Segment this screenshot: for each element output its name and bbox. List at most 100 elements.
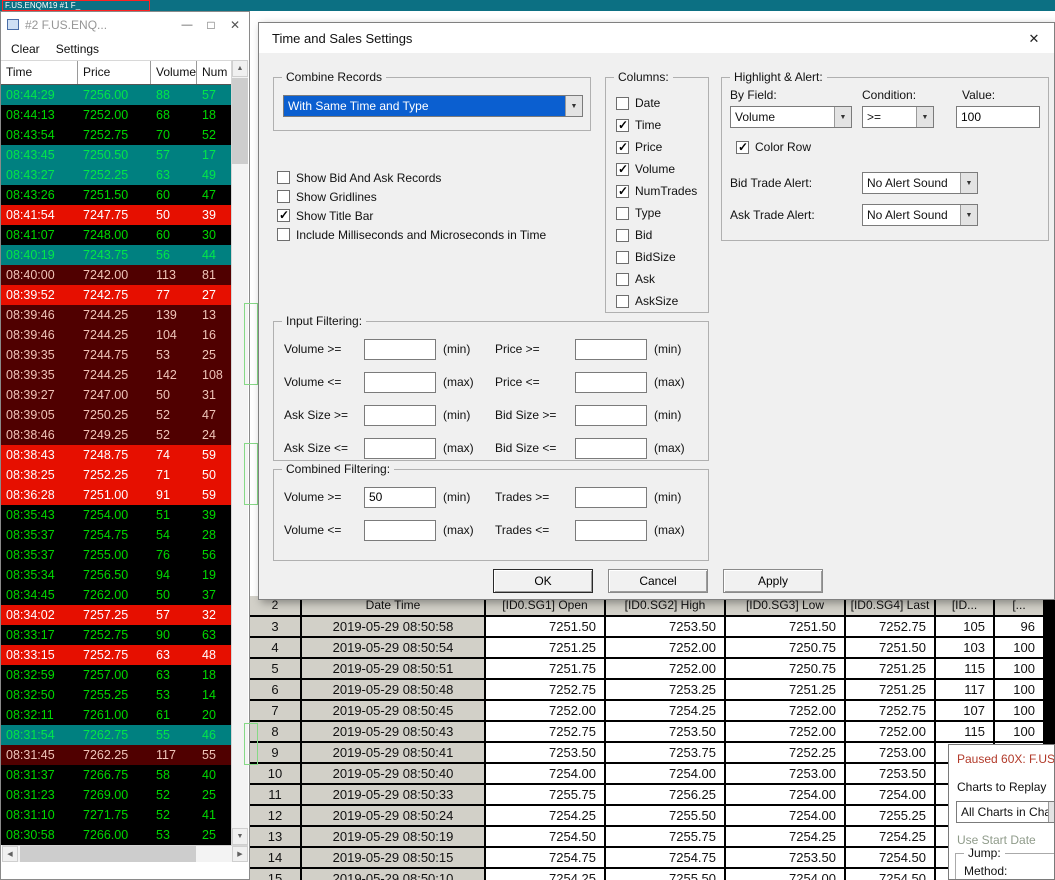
checkbox-row[interactable]: Volume (616, 158, 708, 180)
filter-input[interactable] (575, 404, 647, 426)
cell-low[interactable]: 7253.50 (726, 848, 844, 867)
menu-clear[interactable]: Clear (11, 42, 40, 56)
cell-open[interactable]: 7254.75 (486, 848, 604, 867)
cell-open[interactable]: 7255.75 (486, 785, 604, 804)
chevron-down-icon[interactable] (565, 96, 582, 116)
checkbox-row[interactable]: Show Gridlines (277, 187, 617, 206)
checkbox-row[interactable]: Date (616, 92, 708, 114)
scrollbar-thumb[interactable] (232, 78, 248, 164)
row-number[interactable]: 7 (250, 701, 300, 720)
filter-input[interactable] (575, 338, 647, 360)
cell-datetime[interactable]: 2019-05-29 08:50:45 (302, 701, 484, 720)
row-number[interactable]: 4 (250, 638, 300, 657)
checkbox[interactable] (277, 171, 290, 184)
checkbox-row[interactable]: Bid (616, 224, 708, 246)
cell-high[interactable]: 7252.00 (606, 659, 724, 678)
cell-extra1[interactable]: 103 (936, 638, 993, 657)
cell-last[interactable]: 7251.50 (846, 638, 934, 657)
checkbox[interactable] (277, 208, 290, 222)
filter-input[interactable] (364, 519, 436, 541)
cell-low[interactable]: 7252.00 (726, 722, 844, 741)
color-row-checkbox-row[interactable]: Color Row (736, 140, 811, 154)
cell-last[interactable]: 7254.50 (846, 848, 934, 867)
cell-open[interactable]: 7252.00 (486, 701, 604, 720)
checkbox-row[interactable]: Time (616, 114, 708, 136)
cell-datetime[interactable]: 2019-05-29 08:50:58 (302, 617, 484, 636)
cell-high[interactable]: 7256.25 (606, 785, 724, 804)
cell-last[interactable]: 7254.50 (846, 869, 934, 880)
header-price[interactable]: Price (78, 61, 151, 84)
cell-high[interactable]: 7253.75 (606, 743, 724, 762)
time-and-sales-table[interactable]: 08:44:29 7256.00 88 57 08:44:13 7252.00 … (1, 85, 232, 845)
checkbox[interactable] (616, 162, 629, 176)
scroll-up-icon[interactable] (232, 60, 248, 77)
close-icon[interactable] (1022, 29, 1046, 49)
use-start-date-label[interactable]: Use Start Date (957, 833, 1036, 847)
filter-input[interactable] (364, 338, 436, 360)
cell-low[interactable]: 7254.00 (726, 806, 844, 825)
filter-input[interactable] (575, 437, 647, 459)
dialog-titlebar[interactable]: Time and Sales Settings (259, 23, 1054, 53)
cell-high[interactable]: 7254.75 (606, 848, 724, 867)
cell-extra2[interactable]: 100 (995, 638, 1043, 657)
cell-last[interactable]: 7255.25 (846, 806, 934, 825)
chevron-down-icon[interactable] (1048, 802, 1054, 822)
cell-open[interactable]: 7252.75 (486, 722, 604, 741)
checkbox-row[interactable]: NumTrades (616, 180, 708, 202)
cell-datetime[interactable]: 2019-05-29 08:50:51 (302, 659, 484, 678)
cell-high[interactable]: 7252.00 (606, 638, 724, 657)
maximize-icon[interactable] (199, 12, 223, 37)
cell-low[interactable]: 7252.00 (726, 701, 844, 720)
cell-open[interactable]: 7253.50 (486, 743, 604, 762)
cell-open[interactable]: 7251.50 (486, 617, 604, 636)
ts-window-titlebar[interactable]: #2 F.US.ENQ... (1, 12, 249, 37)
close-icon[interactable] (223, 12, 247, 37)
filter-input[interactable] (364, 437, 436, 459)
ok-button[interactable]: OK (493, 569, 593, 593)
menu-settings[interactable]: Settings (56, 42, 99, 56)
cell-open[interactable]: 7254.25 (486, 806, 604, 825)
ask-trade-alert-dropdown[interactable]: No Alert Sound (862, 204, 978, 226)
cell-low[interactable]: 7250.75 (726, 638, 844, 657)
cell-extra1[interactable]: 105 (936, 617, 993, 636)
combine-records-dropdown[interactable]: With Same Time and Type (283, 95, 583, 117)
checkbox[interactable] (616, 140, 629, 154)
cell-low[interactable]: 7254.25 (726, 827, 844, 846)
cell-last[interactable]: 7253.00 (846, 743, 934, 762)
filter-input[interactable] (575, 486, 647, 508)
checkbox-row[interactable]: AskSize (616, 290, 708, 312)
cell-last[interactable]: 7253.50 (846, 764, 934, 783)
cell-last[interactable]: 7252.75 (846, 617, 934, 636)
cell-low[interactable]: 7254.00 (726, 869, 844, 880)
cell-datetime[interactable]: 2019-05-29 08:50:48 (302, 680, 484, 699)
row-number[interactable]: 15 (250, 869, 300, 880)
filter-input[interactable] (575, 519, 647, 541)
filter-input[interactable] (364, 404, 436, 426)
by-field-dropdown[interactable]: Volume (730, 106, 852, 128)
cell-last[interactable]: 7252.00 (846, 722, 934, 741)
checkbox[interactable] (616, 184, 629, 198)
checkbox[interactable] (616, 250, 629, 264)
cell-high[interactable]: 7254.25 (606, 701, 724, 720)
cell-datetime[interactable]: 2019-05-29 08:50:33 (302, 785, 484, 804)
checkbox[interactable] (736, 140, 749, 154)
cell-open[interactable]: 7252.75 (486, 680, 604, 699)
scroll-right-icon[interactable] (232, 846, 248, 862)
header-time[interactable]: Time (1, 61, 78, 84)
scroll-left-icon[interactable] (2, 846, 18, 862)
cell-extra2[interactable]: 100 (995, 680, 1043, 699)
cell-last[interactable]: 7251.25 (846, 680, 934, 699)
checkbox-row[interactable]: Ask (616, 268, 708, 290)
row-number[interactable]: 5 (250, 659, 300, 678)
cell-open[interactable]: 7251.25 (486, 638, 604, 657)
cell-low[interactable]: 7254.00 (726, 785, 844, 804)
scrollbar-thumb[interactable] (20, 846, 196, 862)
cell-last[interactable]: 7254.25 (846, 827, 934, 846)
minimize-icon[interactable] (175, 12, 199, 37)
cancel-button[interactable]: Cancel (608, 569, 708, 593)
checkbox[interactable] (616, 228, 629, 242)
row-number[interactable]: 14 (250, 848, 300, 867)
condition-dropdown[interactable]: >= (862, 106, 934, 128)
chevron-down-icon[interactable] (960, 205, 977, 225)
cell-high[interactable]: 7253.50 (606, 617, 724, 636)
